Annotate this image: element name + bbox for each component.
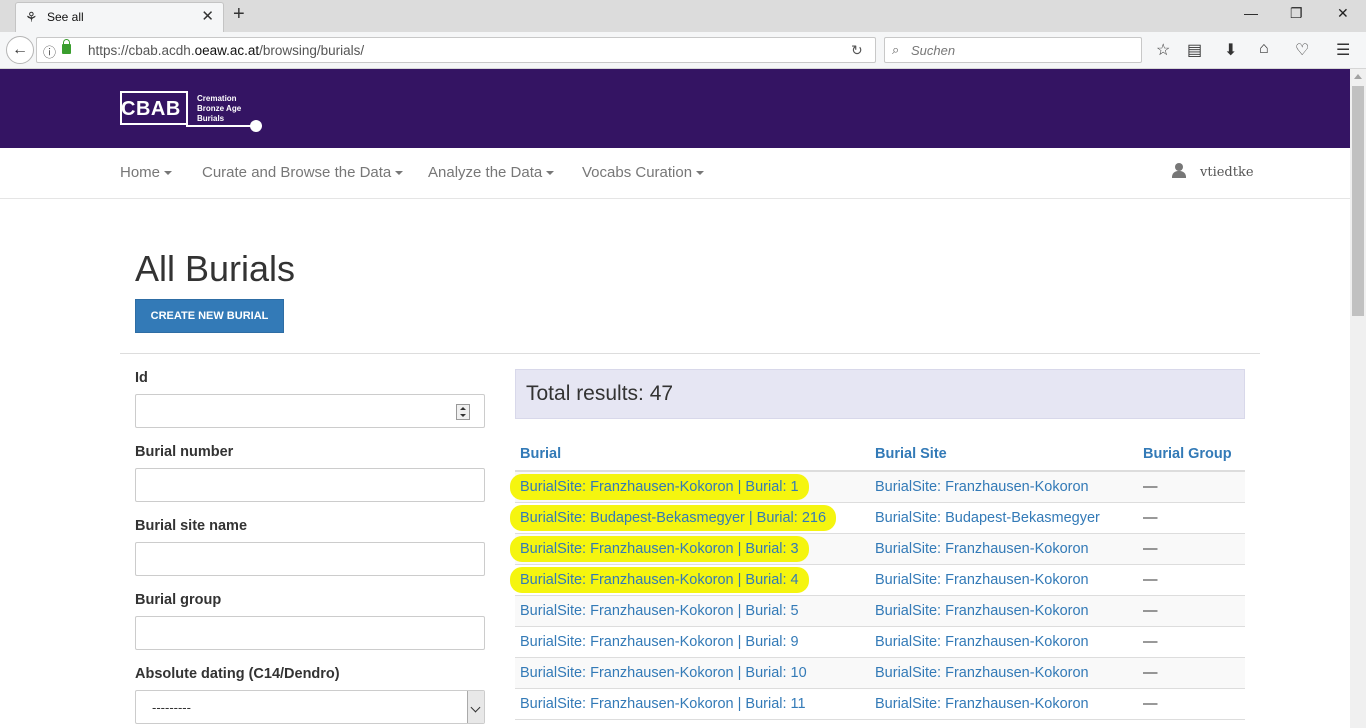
restore-icon[interactable]: ❐ (1290, 5, 1303, 22)
favicon-icon: ⚘ (25, 9, 38, 25)
burial-group-value: — (1143, 479, 1158, 495)
chevron-down-icon[interactable] (467, 691, 484, 723)
absolute-dating-label: Absolute dating (C14/Dendro) (135, 666, 340, 682)
burial-link[interactable]: BurialSite: Budapest-Bekasmegyer | Buria… (510, 505, 837, 531)
caret-down-icon (395, 171, 404, 176)
divider (120, 353, 1260, 354)
burial-site-name-input[interactable] (135, 542, 485, 576)
scroll-up-icon[interactable] (1354, 74, 1362, 79)
close-tab-icon[interactable]: ✕ (201, 7, 214, 25)
address-bar[interactable]: ⓘ https://cbab.acdh.oeaw.ac.at/browsing/… (36, 37, 876, 63)
burial-link[interactable]: BurialSite: Franzhausen-Kokoron | Burial… (510, 536, 809, 562)
table-row: BurialSite: Budapest-Bekasmegyer | Buria… (510, 503, 1245, 534)
table-row: BurialSite: Franzhausen-Kokoron | Burial… (515, 689, 1245, 720)
back-arrow-icon[interactable]: ← (6, 36, 34, 64)
caret-down-icon (696, 171, 705, 176)
burial-group-value: — (1143, 541, 1158, 557)
nav-analyze[interactable]: Analyze the Data (428, 164, 555, 181)
burial-group-value: — (1143, 696, 1158, 712)
id-label: Id (135, 370, 148, 386)
tab-title: See all (47, 10, 84, 24)
absolute-dating-value: --------- (152, 700, 191, 715)
burial-group-value: — (1143, 665, 1158, 681)
burial-group-input[interactable] (135, 616, 485, 650)
site-navigation: Home Curate and Browse the Data Analyze … (0, 148, 1350, 199)
burial-group-label: Burial group (135, 592, 222, 608)
minimize-icon[interactable]: — (1244, 5, 1258, 21)
search-placeholder: Suchen (911, 43, 956, 58)
table-row: BurialSite: Franzhausen-Kokoron | Burial… (515, 596, 1245, 627)
create-new-burial-button[interactable]: CREATE NEW BURIAL (135, 299, 284, 333)
table-row: BurialSite: Franzhausen-Kokoron | Burial… (510, 472, 1245, 503)
total-results-text: Total results: 47 (526, 382, 674, 405)
number-spinner-icon[interactable] (456, 404, 470, 420)
burial-site-link[interactable]: BurialSite: Franzhausen-Kokoron (875, 572, 1089, 588)
browser-tab-bar: ⚘ See all ✕ + — ❐ ✕ (0, 0, 1366, 32)
absolute-dating-select[interactable]: --------- (135, 690, 485, 724)
browser-toolbar: ← ⓘ https://cbab.acdh.oeaw.ac.at/browsin… (0, 32, 1366, 69)
new-tab-icon[interactable]: + (233, 3, 245, 26)
id-input[interactable] (135, 394, 485, 428)
table-row: BurialSite: Franzhausen-Kokoron | Burial… (515, 627, 1245, 658)
site-header: CBAB Cremation Bronze Age Burials (0, 69, 1350, 148)
burial-link[interactable]: BurialSite: Franzhausen-Kokoron | Burial… (520, 634, 799, 650)
burial-site-name-label: Burial site name (135, 518, 248, 534)
burial-group-value: — (1143, 510, 1158, 526)
burial-site-link[interactable]: BurialSite: Franzhausen-Kokoron (875, 665, 1089, 681)
bookmark-star-icon[interactable]: ☆ (1156, 40, 1170, 60)
nav-curate-browse[interactable]: Curate and Browse the Data (202, 164, 404, 181)
browser-tab[interactable]: ⚘ See all ✕ (15, 2, 224, 32)
search-icon: ⌕ (892, 42, 900, 57)
caret-down-icon (546, 171, 555, 176)
burial-link[interactable]: BurialSite: Franzhausen-Kokoron | Burial… (520, 665, 807, 681)
burial-link[interactable]: BurialSite: Franzhausen-Kokoron | Burial… (520, 696, 806, 712)
burial-link[interactable]: BurialSite: Franzhausen-Kokoron | Burial… (510, 567, 809, 593)
burial-site-link[interactable]: BurialSite: Franzhausen-Kokoron (875, 541, 1089, 557)
menu-icon[interactable]: ☰ (1336, 40, 1350, 60)
burial-site-link[interactable]: BurialSite: Franzhausen-Kokoron (875, 603, 1089, 619)
table-row: BurialSite: Franzhausen-Kokoron | Burial… (510, 534, 1245, 565)
column-header-burial-site[interactable]: Burial Site (875, 446, 947, 462)
burial-number-input[interactable] (135, 468, 485, 502)
scroll-thumb[interactable] (1352, 86, 1364, 316)
burial-site-link[interactable]: BurialSite: Budapest-Bekasmegyer (875, 510, 1100, 526)
column-header-burial-group[interactable]: Burial Group (1143, 446, 1232, 462)
page-scrollbar[interactable] (1350, 69, 1366, 728)
cbab-logo[interactable]: CBAB Cremation Bronze Age Burials (120, 89, 270, 139)
burial-site-link[interactable]: BurialSite: Franzhausen-Kokoron (875, 479, 1089, 495)
url-text[interactable]: https://cbab.acdh.oeaw.ac.at/browsing/bu… (88, 43, 364, 58)
home-icon[interactable]: ⌂ (1259, 40, 1269, 58)
close-window-icon[interactable]: ✕ (1337, 5, 1349, 22)
burial-number-label: Burial number (135, 444, 234, 460)
page-title: All Burials (135, 248, 296, 289)
nav-vocabs-curation[interactable]: Vocabs Curation (582, 164, 705, 181)
download-icon[interactable]: ⬇ (1224, 40, 1237, 60)
info-icon[interactable]: ⓘ (43, 42, 56, 61)
burial-group-value: — (1143, 603, 1158, 619)
table-row: BurialSite: Franzhausen-Kokoron | Burial… (510, 565, 1245, 596)
burial-site-link[interactable]: BurialSite: Franzhausen-Kokoron (875, 634, 1089, 650)
burial-group-value: — (1143, 634, 1158, 650)
reading-list-icon[interactable]: ▤ (1187, 40, 1202, 60)
user-icon[interactable] (1172, 163, 1186, 179)
column-header-burial[interactable]: Burial (520, 446, 561, 462)
pocket-icon[interactable]: ♡ (1295, 40, 1309, 60)
burial-link[interactable]: BurialSite: Franzhausen-Kokoron | Burial… (520, 603, 799, 619)
nav-home[interactable]: Home (120, 164, 173, 181)
burial-group-value: — (1143, 572, 1158, 588)
lock-icon[interactable] (62, 39, 71, 54)
reload-icon[interactable]: ↻ (851, 42, 863, 59)
user-name[interactable]: vtiedtke (1200, 165, 1254, 180)
table-row: BurialSite: Franzhausen-Kokoron | Burial… (515, 658, 1245, 689)
burial-link[interactable]: BurialSite: Franzhausen-Kokoron | Burial… (510, 474, 809, 500)
caret-down-icon (164, 171, 173, 176)
browser-search-input[interactable]: ⌕ Suchen (884, 37, 1142, 63)
total-results-box: Total results: 47 (515, 369, 1245, 419)
burial-site-link[interactable]: BurialSite: Franzhausen-Kokoron (875, 696, 1089, 712)
